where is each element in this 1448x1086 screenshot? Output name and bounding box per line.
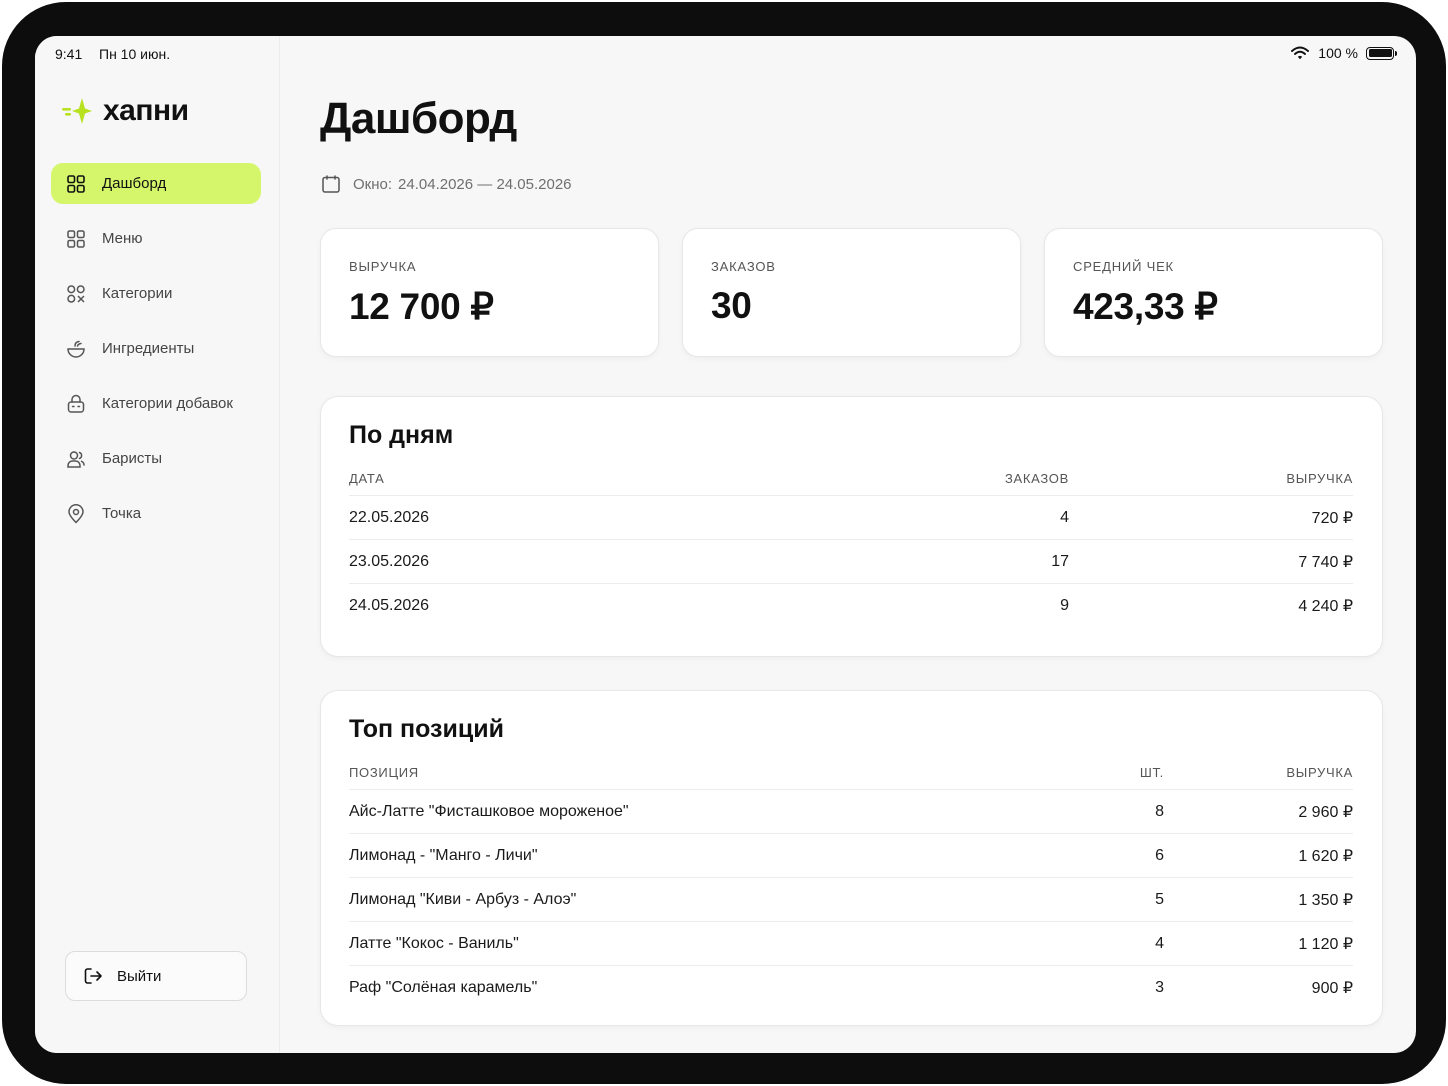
kpi-value: 30 (711, 285, 752, 326)
cell-revenue: 4 240 ₽ (1298, 597, 1353, 615)
sidebar-item-addon-categories[interactable]: Категории добавок (51, 383, 261, 424)
column-header-qty: ШТ. (1139, 765, 1164, 780)
categories-icon (67, 284, 85, 303)
cell-revenue: 900 ₽ (1311, 979, 1353, 997)
kpi-card-orders: ЗАКАЗОВ 30 (682, 228, 1021, 357)
column-header-date: ДАТА (349, 471, 385, 486)
sidebar-item-label: Меню (102, 230, 143, 247)
cell-revenue: 1 350 ₽ (1298, 891, 1353, 909)
cell-item-name: Лимонад "Киви - Арбуз - Алоэ" (349, 890, 577, 908)
sidebar-nav: Дашборд Меню Категории Ингредиенты Катег… (51, 163, 261, 548)
table-row: Латте "Кокос - Ваниль" 4 1 120 ₽ (349, 922, 1353, 966)
kpi-label: СРЕДНИЙ ЧЕК (1073, 259, 1174, 274)
cell-revenue: 1 620 ₽ (1298, 847, 1353, 865)
top-items-card: Топ позиций ПОЗИЦИЯ ШТ. ВЫРУЧКА Айс-Латт… (320, 690, 1383, 1026)
device-frame: 9:41 Пн 10 июн. 100 % хапни Дашборд Меню… (2, 2, 1446, 1084)
bowl-icon (67, 340, 85, 358)
status-bar: 9:41 Пн 10 июн. 100 % (35, 36, 1416, 72)
sidebar-item-menu[interactable]: Меню (51, 218, 261, 259)
cell-qty: 3 (1155, 978, 1164, 996)
table-row: Лимонад - "Манго - Личи" 6 1 620 ₽ (349, 834, 1353, 878)
sidebar-item-ingredients[interactable]: Ингредиенты (51, 328, 261, 369)
kpi-label: ВЫРУЧКА (349, 259, 417, 274)
cell-orders: 17 (1051, 552, 1069, 570)
column-header-revenue: ВЫРУЧКА (1286, 765, 1353, 780)
wifi-icon (1291, 46, 1310, 60)
cell-orders: 4 (1060, 508, 1069, 526)
cell-qty: 5 (1155, 890, 1164, 908)
logout-button[interactable]: Выйти (65, 951, 247, 1001)
cell-item-name: Лимонад - "Манго - Личи" (349, 846, 538, 864)
kpi-label: ЗАКАЗОВ (711, 259, 776, 274)
table-row: Айс-Латте "Фисташковое мороженое" 8 2 96… (349, 790, 1353, 834)
sidebar-item-label: Ингредиенты (102, 340, 195, 357)
cell-qty: 4 (1155, 934, 1164, 952)
location-pin-icon (68, 503, 84, 524)
logout-icon (84, 968, 102, 984)
sidebar-item-categories[interactable]: Категории (51, 273, 261, 314)
dashboard-grid-icon (67, 174, 85, 193)
cell-date: 24.05.2026 (349, 596, 430, 614)
cell-item-name: Латте "Кокос - Ваниль" (349, 934, 519, 952)
cell-date: 22.05.2026 (349, 508, 430, 526)
logout-label: Выйти (117, 967, 162, 985)
sidebar: хапни Дашборд Меню Категории Ингредиенты… (35, 36, 280, 1053)
menu-grid-icon (67, 229, 85, 248)
cell-qty: 6 (1155, 846, 1164, 864)
sidebar-item-label: Баристы (102, 450, 163, 467)
cell-item-name: Раф "Солёная карамель" (349, 978, 538, 996)
table-row: 24.05.2026 9 4 240 ₽ (349, 584, 1353, 627)
sidebar-item-dashboard[interactable]: Дашборд (51, 163, 261, 204)
period-label: Окно: (353, 175, 393, 193)
table-row: 23.05.2026 17 7 740 ₽ (349, 540, 1353, 584)
by-day-card: По дням ДАТА ЗАКАЗОВ ВЫРУЧКА 22.05.2026 … (320, 396, 1383, 657)
sidebar-item-location[interactable]: Точка (51, 493, 261, 534)
cell-revenue: 7 740 ₽ (1298, 553, 1353, 571)
cell-orders: 9 (1060, 596, 1069, 614)
period-value: 24.04.2026 — 24.05.2026 (398, 175, 572, 193)
sidebar-item-label: Точка (102, 505, 142, 522)
sidebar-item-baristas[interactable]: Баристы (51, 438, 261, 479)
table-header: ДАТА ЗАКАЗОВ ВЫРУЧКА (349, 462, 1353, 496)
calendar-icon (322, 175, 340, 193)
kpi-card-revenue: ВЫРУЧКА 12 700 ₽ (320, 228, 659, 357)
main-content: Дашборд Окно: 24.04.2026 — 24.05.2026 ВЫ… (319, 36, 1383, 1053)
status-date: Пн 10 июн. (99, 46, 171, 62)
table-row: 22.05.2026 4 720 ₽ (349, 496, 1353, 540)
addon-box-icon (67, 394, 85, 413)
column-header-revenue: ВЫРУЧКА (1286, 471, 1353, 486)
screen: 9:41 Пн 10 июн. 100 % хапни Дашборд Меню… (35, 36, 1416, 1053)
battery-icon (1366, 46, 1397, 60)
kpi-value: 423,33 ₽ (1073, 286, 1218, 327)
cell-date: 23.05.2026 (349, 552, 430, 570)
status-indicators: 100 % (1290, 45, 1397, 61)
column-header-orders: ЗАКАЗОВ (1004, 471, 1069, 486)
by-day-title: По дням (349, 421, 454, 449)
brand-name: хапни (103, 94, 189, 127)
cell-revenue: 720 ₽ (1311, 509, 1353, 527)
by-day-table: ДАТА ЗАКАЗОВ ВЫРУЧКА 22.05.2026 4 720 ₽ … (349, 462, 1353, 627)
period-selector[interactable]: Окно: 24.04.2026 — 24.05.2026 (321, 174, 572, 194)
kpi-value: 12 700 ₽ (349, 286, 494, 327)
table-row: Лимонад "Киви - Арбуз - Алоэ" 5 1 350 ₽ (349, 878, 1353, 922)
top-items-title: Топ позиций (349, 715, 504, 743)
top-items-table: ПОЗИЦИЯ ШТ. ВЫРУЧКА Айс-Латте "Фисташков… (349, 756, 1353, 1009)
brand-mark-icon (62, 98, 92, 124)
sidebar-item-label: Категории (102, 285, 173, 302)
cell-qty: 8 (1155, 802, 1164, 820)
battery-percent: 100 % (1318, 45, 1358, 61)
kpi-card-average-check: СРЕДНИЙ ЧЕК 423,33 ₽ (1044, 228, 1383, 357)
cell-item-name: Айс-Латте "Фисташковое мороженое" (349, 802, 629, 820)
page-title: Дашборд (320, 94, 517, 143)
cell-revenue: 2 960 ₽ (1298, 803, 1353, 821)
column-header-item: ПОЗИЦИЯ (349, 765, 419, 780)
brand-logo[interactable]: хапни (61, 94, 189, 128)
cell-revenue: 1 120 ₽ (1298, 935, 1353, 953)
status-time: 9:41 (55, 46, 83, 62)
table-header: ПОЗИЦИЯ ШТ. ВЫРУЧКА (349, 756, 1353, 790)
table-row: Раф "Солёная карамель" 3 900 ₽ (349, 966, 1353, 1009)
sidebar-item-label: Дашборд (102, 175, 167, 192)
users-icon (67, 450, 85, 468)
sidebar-item-label: Категории добавок (102, 395, 233, 412)
